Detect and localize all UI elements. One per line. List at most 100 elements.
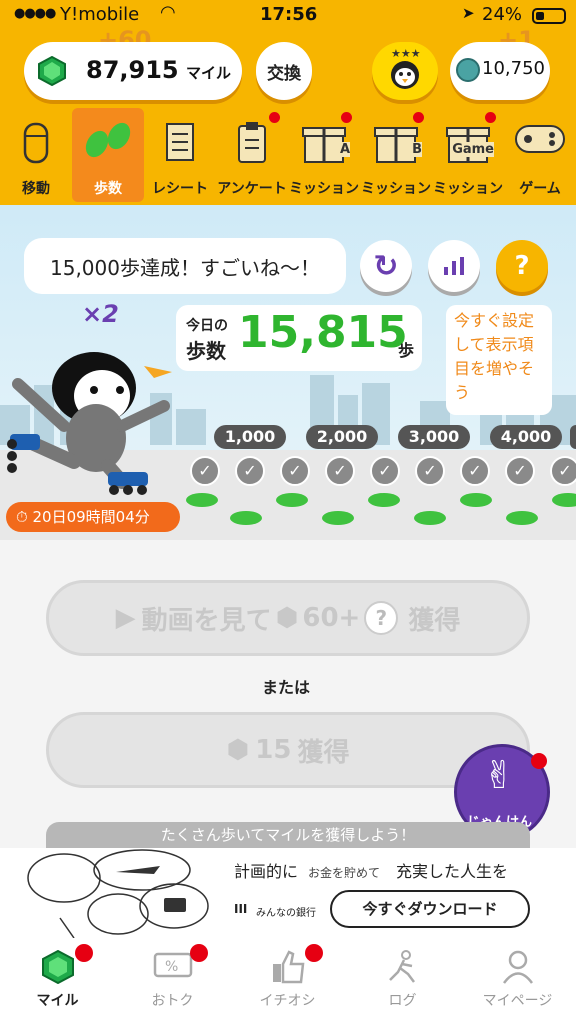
green-footprints-trail: [186, 493, 576, 525]
header-bar: ●●●● Y!mobile ◠ 17:56 ➤ 24% +60 87,915 マ…: [0, 0, 576, 205]
coin-balance-pill[interactable]: 10,750: [450, 42, 550, 100]
ad-headline-2: お金を貯めて: [308, 866, 381, 880]
exchange-button[interactable]: 交換: [256, 42, 312, 100]
notification-dot: [485, 112, 496, 123]
tab-label: レシート: [152, 181, 208, 197]
bar-chart-icon: [444, 257, 464, 275]
gem-gray-icon: ⬢: [226, 735, 250, 765]
countdown-timer: ⏱ 20日09時間04分: [6, 502, 180, 532]
tab-label: ミッション: [433, 181, 503, 197]
ad-download-button[interactable]: 今すぐダウンロード: [330, 890, 530, 928]
nav-item-4[interactable]: マイページ: [460, 938, 575, 1024]
tab-5[interactable]: B ミッション: [360, 108, 432, 202]
stopwatch-icon: ⏱: [16, 508, 28, 526]
multiplier-badge: ×2: [82, 300, 119, 328]
gem-gray-icon: ⬢: [275, 603, 299, 633]
nav-item-3[interactable]: ログ: [345, 938, 460, 1024]
nav-item-1[interactable]: % おトク: [115, 938, 230, 1024]
ad-banner[interactable]: 計画的に お金を貯めて 充実した人生を III みんなの銀行 今すぐダウンロード: [0, 848, 576, 938]
bottom-navigation: マイル% おトク イチオシ ログ マイページ: [0, 938, 576, 1024]
notification-dot: [413, 112, 424, 123]
mile-unit: マイル: [186, 64, 232, 82]
clipboard-icon: [216, 120, 288, 164]
ad-illustration: [27, 849, 209, 938]
video-prefix: 動画を見て: [141, 605, 272, 636]
ad-brand: みんなの銀行: [256, 908, 316, 919]
nav-item-0[interactable]: マイル: [0, 938, 115, 1024]
coin-icon: [456, 58, 480, 82]
refresh-icon: ↻: [373, 248, 399, 284]
notification-dot: [190, 944, 208, 962]
milestone-label: 3,000: [398, 425, 470, 449]
today-steps-card: 今日の 歩数 15,815 歩: [176, 305, 422, 371]
steps-value: 15,815: [238, 307, 408, 358]
nav-label: ログ: [388, 993, 417, 1009]
location-arrow-icon: ➤: [462, 4, 475, 22]
nav-label: イチオシ: [259, 993, 316, 1009]
refresh-button[interactable]: ↻: [360, 240, 412, 292]
rank-penguin-button[interactable]: ★★★: [372, 42, 438, 100]
help-button[interactable]: ?: [496, 240, 548, 292]
coin-value: 10,750: [482, 58, 545, 79]
tab-4[interactable]: A ミッション: [288, 108, 360, 202]
check-icon: ✓: [505, 456, 535, 486]
svg-text:%: %: [165, 959, 178, 975]
gamepad-icon: [504, 120, 576, 156]
tab-label: ミッション: [289, 181, 359, 197]
settings-hint-tooltip[interactable]: 今すぐ設定して表示項目を増やそう: [446, 305, 552, 415]
ad-headline-3: 充実した人生を: [396, 862, 509, 881]
penguin-skater-illustration: [7, 352, 172, 495]
claim-suffix: 獲得: [297, 737, 350, 768]
tab-label: 歩数: [94, 181, 122, 197]
tab-6[interactable]: Game ミッション: [432, 108, 504, 202]
watch-video-button[interactable]: ▶ 動画を見て ⬢ 60+ ? 獲得: [46, 580, 530, 656]
video-icon: ▶: [115, 603, 136, 633]
tab-7[interactable]: ゲーム: [504, 108, 576, 202]
tab-0[interactable]: 移動: [0, 108, 72, 202]
coupon-icon: %: [115, 950, 230, 980]
check-icon: ✓: [325, 456, 355, 486]
svg-text:★★★: ★★★: [391, 47, 421, 60]
milestone-label: 2,000: [306, 425, 378, 449]
status-bar: ●●●● Y!mobile ◠ 17:56 ➤ 24%: [0, 0, 576, 32]
steps-label-bottom: 歩数: [186, 339, 226, 363]
battery-icon: [532, 8, 566, 24]
check-icon: ✓: [190, 456, 220, 486]
question-icon: ?: [514, 251, 530, 281]
mile-balance-pill[interactable]: 87,915 マイル: [24, 42, 242, 100]
footprints-icon: [72, 120, 144, 160]
tab-2[interactable]: レシート: [144, 108, 216, 202]
stats-button[interactable]: [428, 240, 480, 292]
tab-badge-letter: B: [412, 142, 422, 157]
thumbs-up-icon: [230, 950, 345, 984]
signal-icon: ●●●●: [14, 6, 56, 21]
check-icon: ✓: [280, 456, 310, 486]
milestone-label: 4,000: [490, 425, 562, 449]
tab-label: ゲーム: [519, 181, 561, 197]
steps-label-top: 今日の: [186, 318, 228, 334]
tab-label: 移動: [22, 181, 50, 197]
nav-label: マイページ: [482, 993, 553, 1009]
video-suffix: 獲得: [408, 605, 461, 636]
tab-3[interactable]: アンケート: [216, 108, 288, 202]
notification-dot: [75, 944, 93, 962]
notification-dot: [305, 944, 323, 962]
check-icon: ✓: [235, 456, 265, 486]
notification-dot: [341, 112, 352, 123]
countdown-text: 20日09時間04分: [32, 508, 150, 526]
notification-dot: [269, 112, 280, 123]
tab-label: ミッション: [361, 181, 431, 197]
check-icon: ✓: [460, 456, 490, 486]
nav-label: マイル: [36, 993, 79, 1009]
tab-badge-letter: A: [339, 142, 350, 157]
peace-hand-icon: ✌: [483, 753, 515, 797]
capsule-icon: [0, 120, 72, 164]
steps-unit: 歩: [398, 341, 415, 360]
tab-1[interactable]: 歩数: [72, 108, 144, 202]
nav-item-2[interactable]: イチオシ: [230, 938, 345, 1024]
ad-headline-1: 計画的に: [234, 862, 299, 881]
notification-dot: [531, 753, 547, 769]
nav-label: おトク: [151, 993, 194, 1009]
gem-icon: [38, 55, 66, 90]
speech-bubble: 15,000歩達成！すごいね〜！: [24, 238, 346, 294]
